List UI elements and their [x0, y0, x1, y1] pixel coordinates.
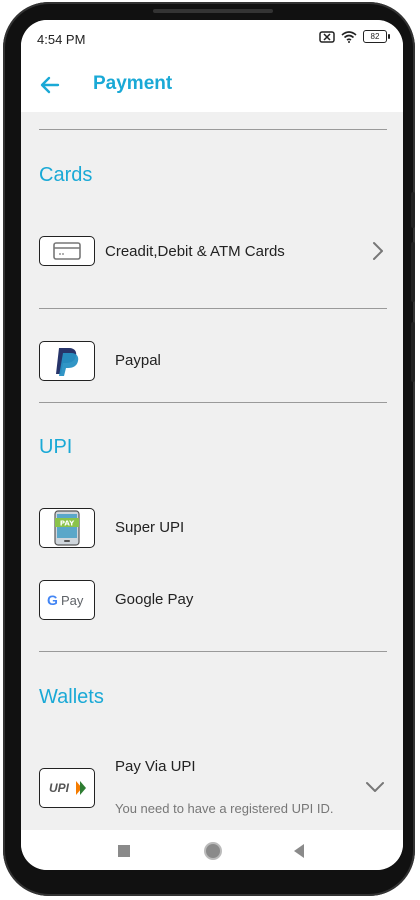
earpiece-speaker	[153, 9, 273, 13]
back-button[interactable]	[35, 70, 65, 100]
battery-level: 82	[370, 32, 380, 41]
svg-text:G: G	[47, 592, 58, 608]
google-pay-logo-text: Pay	[61, 593, 84, 608]
arrow-left-icon	[40, 76, 60, 94]
volume-up-button	[411, 192, 415, 228]
section-title-upi: UPI	[39, 436, 73, 458]
status-time: 4:54 PM	[37, 32, 86, 47]
option-google-pay[interactable]: G Pay Google Pay	[21, 580, 403, 620]
divider	[39, 651, 387, 652]
phone-frame: 4:54 PM 82 Payment Cards Creadit,Debit &…	[3, 2, 415, 896]
section-title-cards: Cards	[39, 164, 93, 186]
option-label: Google Pay	[115, 591, 194, 608]
page-title: Payment	[93, 73, 173, 94]
recent-apps-icon[interactable]	[117, 844, 131, 858]
option-credit-debit-atm-cards[interactable]: Creadit,Debit & ATM Cards	[21, 236, 403, 276]
option-label: Creadit,Debit & ATM Cards	[105, 243, 285, 260]
status-icons: 82	[319, 30, 390, 43]
option-label: Super UPI	[115, 519, 185, 536]
option-subtitle: You need to have a registered UPI ID.	[115, 801, 334, 816]
upi-logo-text: UPI	[49, 781, 70, 795]
status-bar: 4:54 PM 82	[21, 20, 403, 60]
google-pay-logo-icon: G Pay	[39, 580, 95, 620]
section-title-wallets: Wallets	[39, 686, 104, 708]
volume-down-button	[411, 242, 415, 302]
divider	[39, 402, 387, 403]
option-super-upi[interactable]: PAY Super UPI	[21, 508, 403, 548]
divider	[39, 129, 387, 130]
app-bar: Payment	[21, 60, 403, 112]
paypal-logo-icon	[39, 341, 95, 381]
back-triangle-icon[interactable]	[291, 843, 307, 859]
sim-no-signal-icon	[319, 30, 335, 43]
system-navigation-bar	[21, 830, 403, 870]
payment-options-list[interactable]: Cards Creadit,Debit & ATM Cards Paypal U…	[21, 112, 403, 830]
wifi-icon	[341, 30, 357, 43]
super-upi-badge-text: PAY	[60, 520, 75, 528]
upi-logo-icon: UPI	[39, 768, 95, 808]
option-paypal[interactable]: Paypal	[21, 341, 403, 381]
home-icon[interactable]	[203, 841, 223, 861]
battery-icon: 82	[363, 30, 390, 43]
chevron-down-icon[interactable]	[365, 780, 385, 794]
chevron-right-icon	[373, 242, 383, 260]
option-label: Pay Via UPI	[115, 758, 196, 775]
power-button	[411, 322, 415, 382]
divider	[39, 308, 387, 309]
option-label: Paypal	[115, 352, 161, 369]
credit-card-icon	[39, 236, 95, 266]
super-upi-phone-icon: PAY	[39, 508, 95, 548]
screen: 4:54 PM 82 Payment Cards Creadit,Debit &…	[21, 20, 403, 870]
